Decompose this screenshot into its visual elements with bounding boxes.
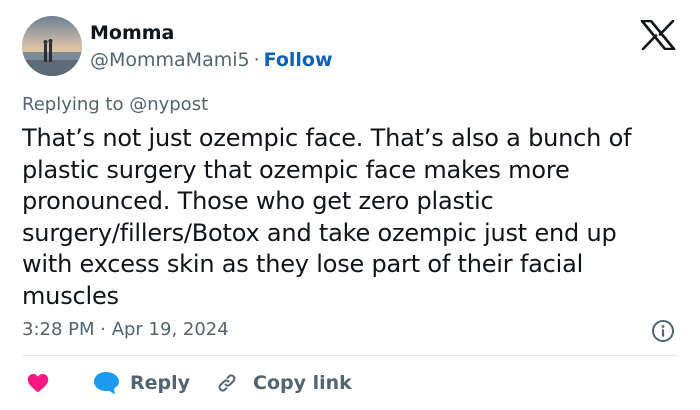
author-name[interactable]: Momma (90, 20, 174, 46)
heart-icon[interactable] (26, 371, 50, 395)
copy-link-button[interactable]: Copy link (215, 368, 352, 398)
copy-link-label: Copy link (253, 372, 352, 394)
link-icon (218, 374, 236, 392)
action-bar: Reply Copy link (22, 368, 682, 398)
reply-bubble-icon (94, 372, 119, 395)
info-icon[interactable] (651, 319, 675, 343)
avatar-beach-image (22, 16, 82, 76)
separator-dot: · (253, 49, 260, 71)
tweet-timestamp[interactable]: 3:28 PM · Apr 19, 2024 (22, 317, 229, 343)
author-handle-row: @MommaMami5 · Follow (90, 47, 333, 73)
follow-button[interactable]: Follow (264, 49, 333, 71)
avatar[interactable] (22, 16, 82, 76)
divider (22, 355, 678, 356)
tweet-text: That’s not just ozempic face. That’s als… (22, 124, 632, 310)
x-logo-icon[interactable] (640, 19, 676, 51)
tweet-card: Momma @MommaMami5 · Follow Replying to @ny… (0, 0, 700, 410)
reply-button[interactable]: Reply (92, 368, 190, 398)
replying-to: Replying to @nypost (22, 94, 209, 115)
author-handle[interactable]: @MommaMami5 (90, 49, 250, 71)
reply-label: Reply (130, 372, 191, 394)
